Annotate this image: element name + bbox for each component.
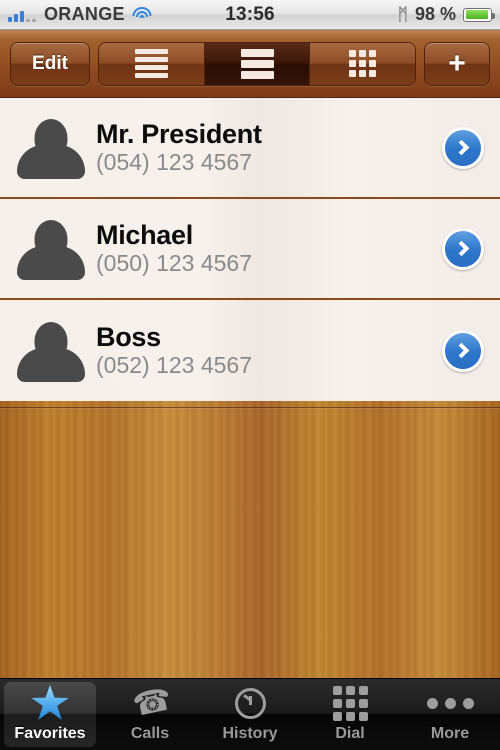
battery-percent-label: 98 % [414, 4, 456, 24]
tab-more[interactable]: More [400, 679, 500, 750]
keypad-icon [332, 685, 368, 721]
status-bar-right: ᛗ 98 % [397, 4, 495, 25]
contact-name: Mr. President [96, 118, 262, 149]
phone-handset-icon: ☎ [129, 680, 175, 724]
list-thick-lines-icon [240, 48, 274, 79]
tab-label: Calls [130, 725, 170, 742]
phone-screen: ORANGE 13:56 ᛗ 98 % Edit + Mr. President… [0, 0, 500, 750]
tab-label: Favorites [14, 725, 86, 742]
person-silhouette-icon [14, 113, 88, 183]
wood-plank-divider [0, 407, 500, 408]
segment-grid-view[interactable] [310, 42, 415, 85]
tab-favorites[interactable]: Favorites [0, 679, 100, 750]
contact-row[interactable]: Michael (050) 123 4567 [0, 199, 500, 300]
chevron-right-icon[interactable] [442, 329, 484, 372]
tab-label: Dial [335, 725, 365, 742]
chevron-right-icon[interactable] [442, 126, 484, 169]
content-area: Mr. President (054) 123 4567 Michael (05… [0, 98, 500, 678]
edit-button[interactable]: Edit [10, 41, 90, 86]
view-mode-segmented-control[interactable] [98, 41, 416, 86]
battery-icon [463, 7, 495, 22]
contact-phone: (050) 123 4567 [96, 250, 253, 277]
top-toolbar: Edit + [0, 30, 500, 98]
favorites-contact-list[interactable]: Mr. President (054) 123 4567 Michael (05… [0, 98, 500, 401]
status-bar: ORANGE 13:56 ᛗ 98 % [0, 0, 500, 30]
bottom-tab-bar: Favorites ☎ Calls History Dial More [0, 678, 500, 750]
tab-history[interactable]: History [200, 679, 300, 750]
person-silhouette-icon [14, 214, 88, 284]
person-silhouette-icon [14, 316, 88, 386]
contact-row[interactable]: Mr. President (054) 123 4567 [0, 98, 500, 199]
tab-calls[interactable]: ☎ Calls [100, 679, 200, 750]
segment-list-compact-view[interactable] [99, 42, 205, 85]
ellipsis-icon [426, 686, 474, 720]
bluetooth-icon: ᛗ [397, 4, 408, 24]
clock-icon [234, 686, 266, 720]
contact-phone: (052) 123 4567 [96, 352, 253, 379]
contact-phone: (054) 123 4567 [96, 149, 253, 176]
contact-info: Michael (050) 123 4567 [96, 219, 442, 277]
contact-info: Boss (052) 123 4567 [96, 321, 442, 379]
list-lines-icon [134, 49, 168, 78]
chevron-right-icon[interactable] [442, 227, 484, 270]
contact-name: Boss [96, 321, 161, 352]
tab-dial[interactable]: Dial [300, 679, 400, 750]
contact-info: Mr. President (054) 123 4567 [96, 118, 442, 176]
tab-label: History [222, 725, 278, 742]
segment-list-large-view[interactable] [204, 42, 311, 85]
contact-name: Michael [96, 219, 193, 250]
add-contact-button[interactable]: + [424, 41, 490, 86]
star-icon [31, 685, 69, 720]
grid-icon [349, 50, 377, 77]
contact-row[interactable]: Boss (052) 123 4567 [0, 300, 500, 401]
tab-label: More [430, 725, 470, 742]
